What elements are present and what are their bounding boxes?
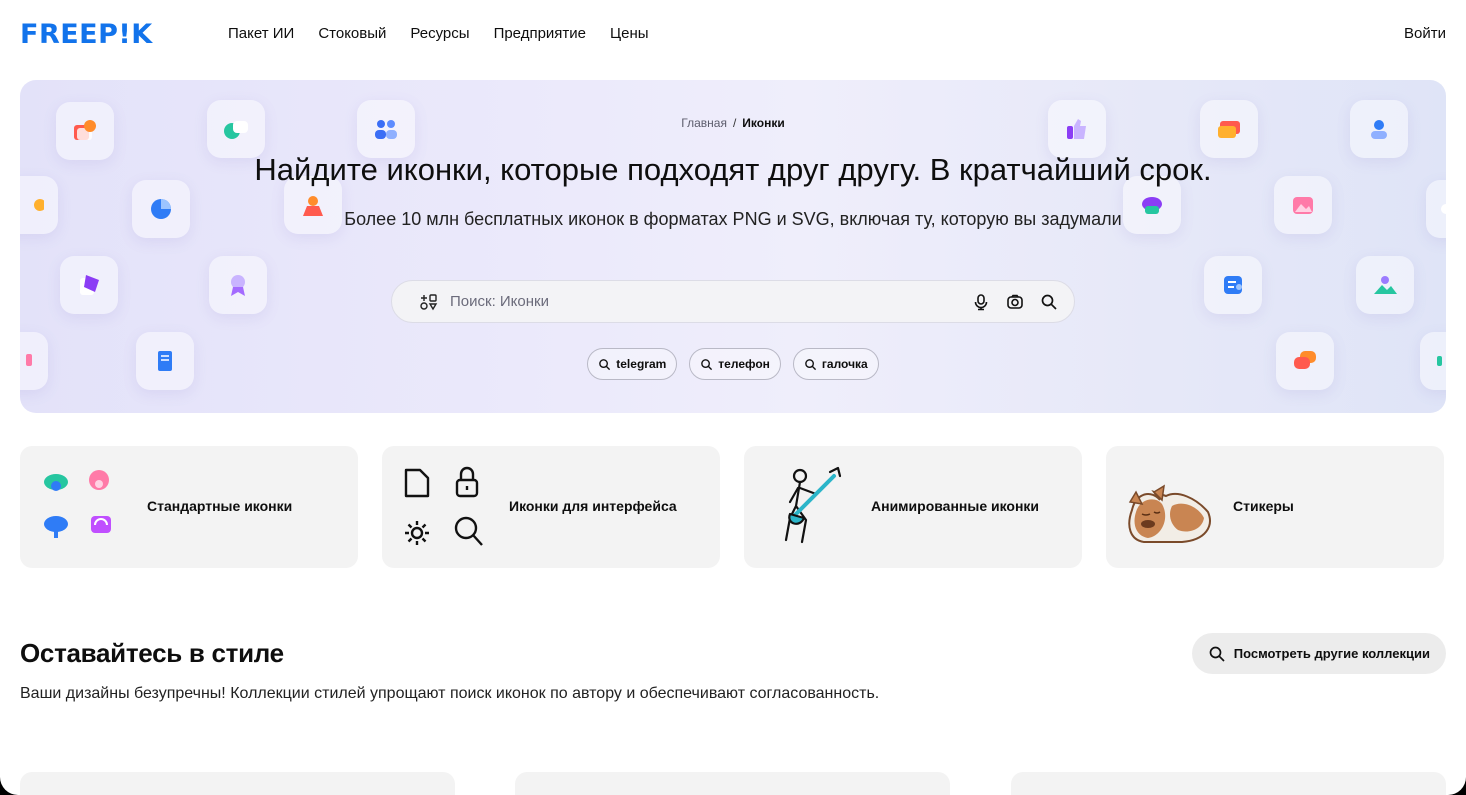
colorful-icons-grid-icon (36, 462, 132, 552)
page-title: Найдите иконки, которые подходят друг др… (254, 152, 1212, 187)
search-icon (805, 358, 817, 370)
search-input[interactable] (450, 293, 956, 310)
breadcrumb: Главная / Иконки (20, 116, 1446, 130)
microphone-icon[interactable] (972, 293, 990, 311)
animated-guitar-figure-icon (760, 462, 856, 552)
section-description: Ваши дизайны безупречны! Коллекции стиле… (20, 685, 880, 702)
category-label: Стикеры (1233, 498, 1294, 514)
nav-item-stock[interactable]: Стоковый (318, 24, 386, 44)
search-filter-icon[interactable] (420, 293, 438, 311)
login-link[interactable]: Войти (1404, 24, 1446, 44)
collection-card[interactable] (20, 772, 455, 795)
interface-icons-grid-icon (398, 462, 494, 552)
page-subtitle: Более 10 млн бесплатных иконок в формата… (344, 209, 1122, 229)
category-card-interface[interactable]: Иконки для интерфейса (382, 446, 720, 568)
sleeping-dog-sticker-icon (1122, 462, 1218, 552)
nav-item-pricing[interactable]: Цены (610, 24, 649, 44)
suggestion-label: галочка (821, 357, 868, 371)
icon-categories: Стандартные иконки Иконки для интерфейса (20, 446, 1446, 568)
suggestion-chip[interactable]: телефон (689, 348, 781, 380)
category-card-stickers[interactable]: Стикеры (1106, 446, 1444, 568)
search-icon[interactable] (1040, 293, 1058, 311)
suggestion-label: telegram (616, 357, 667, 371)
page: FREEP!K Пакет ИИ Стоковый Ресурсы Предпр… (0, 0, 1466, 795)
suggested-searches: telegram телефон галочка (20, 348, 1446, 380)
freepik-logo[interactable]: FREEP!K (20, 20, 153, 50)
section-title: Оставайтесь в стиле (20, 638, 284, 668)
search-icon (701, 358, 713, 370)
category-card-standard[interactable]: Стандартные иконки (20, 446, 358, 568)
suggestion-chip[interactable]: telegram (587, 348, 678, 380)
category-label: Стандартные иконки (147, 498, 293, 514)
category-label: Иконки для интерфейса (509, 498, 677, 514)
nav-item-resources[interactable]: Ресурсы (410, 24, 469, 44)
breadcrumb-home[interactable]: Главная (681, 116, 727, 130)
search-bar (391, 280, 1075, 323)
camera-search-icon[interactable] (1006, 293, 1024, 311)
nav-item-enterprise[interactable]: Предприятие (494, 24, 586, 44)
breadcrumb-current: Иконки (742, 116, 785, 130)
view-more-collections-label: Посмотреть другие коллекции (1233, 646, 1430, 661)
main-nav: Пакет ИИ Стоковый Ресурсы Предприятие Це… (228, 24, 649, 44)
landscape-image-icon (1356, 256, 1414, 314)
search-icon (599, 358, 611, 370)
suggestion-label: телефон (718, 357, 770, 371)
document-tag-icon (60, 256, 118, 314)
collection-card[interactable] (515, 772, 950, 795)
breadcrumb-separator: / (732, 116, 737, 130)
collection-card[interactable] (1011, 772, 1446, 795)
suggestion-chip[interactable]: галочка (792, 348, 879, 380)
view-more-collections-button[interactable]: Посмотреть другие коллекции (1191, 633, 1446, 674)
search-icon (1209, 646, 1225, 662)
dashboard-icon (1204, 256, 1262, 314)
top-navigation: FREEP!K Пакет ИИ Стоковый Ресурсы Предпр… (0, 0, 1466, 70)
nav-item-ai-suite[interactable]: Пакет ИИ (228, 24, 294, 44)
category-card-animated[interactable]: Анимированные иконки (744, 446, 1082, 568)
award-badge-icon (209, 256, 267, 314)
category-label: Анимированные иконки (871, 498, 1040, 514)
hero-banner: Главная / Иконки Найдите иконки, которые п… (20, 80, 1446, 413)
